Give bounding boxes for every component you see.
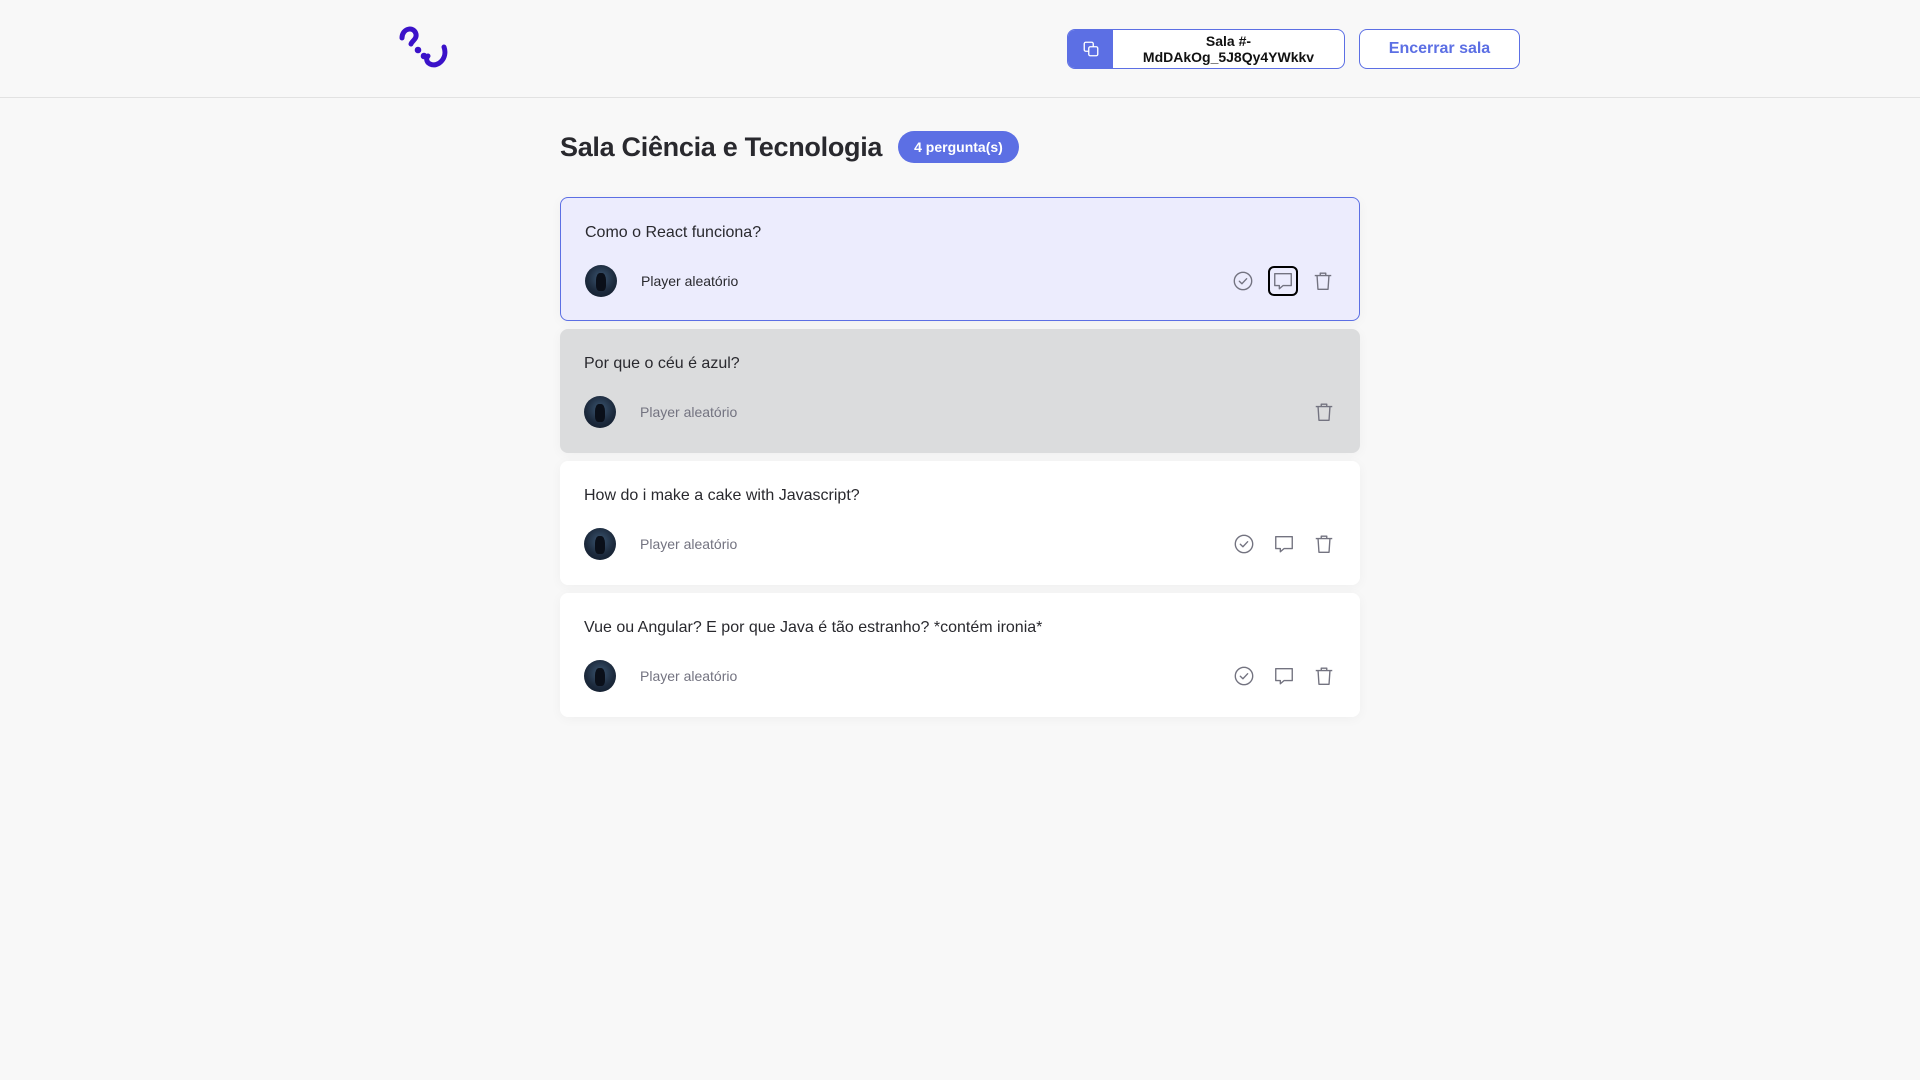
check-icon[interactable]	[1232, 664, 1256, 688]
question-author: Player aleatório	[584, 660, 737, 692]
question-text: Vue ou Angular? E por que Java é tão est…	[584, 619, 1043, 636]
question-author: Player aleatório	[584, 528, 737, 560]
question-logo-icon[interactable]	[398, 24, 448, 70]
answer-icon[interactable]	[1268, 266, 1298, 296]
question-footer: Player aleatório	[584, 660, 1336, 692]
author-name: Player aleatório	[641, 273, 739, 289]
question-actions	[1231, 266, 1335, 296]
avatar	[584, 660, 616, 692]
trash-icon[interactable]	[1312, 532, 1336, 556]
question-footer: Player aleatório	[584, 396, 1336, 428]
author-name: Player aleatório	[640, 536, 738, 552]
question-card: Vue ou Angular? E por que Java é tão est…	[560, 593, 1360, 717]
avatar	[584, 528, 616, 560]
question-footer: Player aleatório	[585, 265, 1335, 297]
question-text: Como o React funciona?	[585, 224, 762, 241]
room-title-row: Sala Ciência e Tecnologia 4 pergunta(s)	[560, 131, 1360, 163]
question-text: How do i make a cake with Javascript?	[584, 487, 860, 504]
question-author: Player aleatório	[585, 265, 738, 297]
question-actions	[1232, 664, 1336, 688]
copy-icon	[1068, 30, 1113, 68]
check-icon[interactable]	[1232, 532, 1256, 556]
answer-icon[interactable]	[1272, 532, 1296, 556]
question-actions	[1232, 532, 1336, 556]
room-code-label: Sala #-MdDAkOg_5J8Qy4YWkkv	[1142, 33, 1315, 65]
header: Sala #-MdDAkOg_5J8Qy4YWkkv Encerrar sala	[0, 0, 1920, 98]
close-room-button[interactable]: Encerrar sala	[1359, 29, 1520, 69]
room-code-button[interactable]: Sala #-MdDAkOg_5J8Qy4YWkkv	[1067, 29, 1345, 69]
question-count-badge: 4 pergunta(s)	[898, 131, 1019, 163]
question-card: Por que o céu é azul? Player aleatório	[560, 329, 1360, 453]
page-title: Sala Ciência e Tecnologia	[560, 131, 883, 162]
question-actions	[1312, 400, 1336, 424]
author-name: Player aleatório	[640, 404, 738, 420]
check-icon[interactable]	[1231, 269, 1255, 293]
question-text: Por que o céu é azul?	[584, 355, 740, 372]
trash-icon[interactable]	[1311, 269, 1335, 293]
avatar	[585, 265, 617, 297]
question-card: Como o React funciona? Player aleatório	[560, 197, 1360, 321]
main-content: Sala Ciência e Tecnologia 4 pergunta(s) …	[560, 98, 1360, 725]
question-list: Como o React funciona? Player aleatório	[560, 197, 1360, 717]
avatar	[584, 396, 616, 428]
answer-icon[interactable]	[1272, 664, 1296, 688]
trash-icon[interactable]	[1312, 664, 1336, 688]
question-author: Player aleatório	[584, 396, 737, 428]
question-footer: Player aleatório	[584, 528, 1336, 560]
trash-icon[interactable]	[1312, 400, 1336, 424]
question-card: How do i make a cake with Javascript? Pl…	[560, 461, 1360, 585]
author-name: Player aleatório	[640, 668, 738, 684]
